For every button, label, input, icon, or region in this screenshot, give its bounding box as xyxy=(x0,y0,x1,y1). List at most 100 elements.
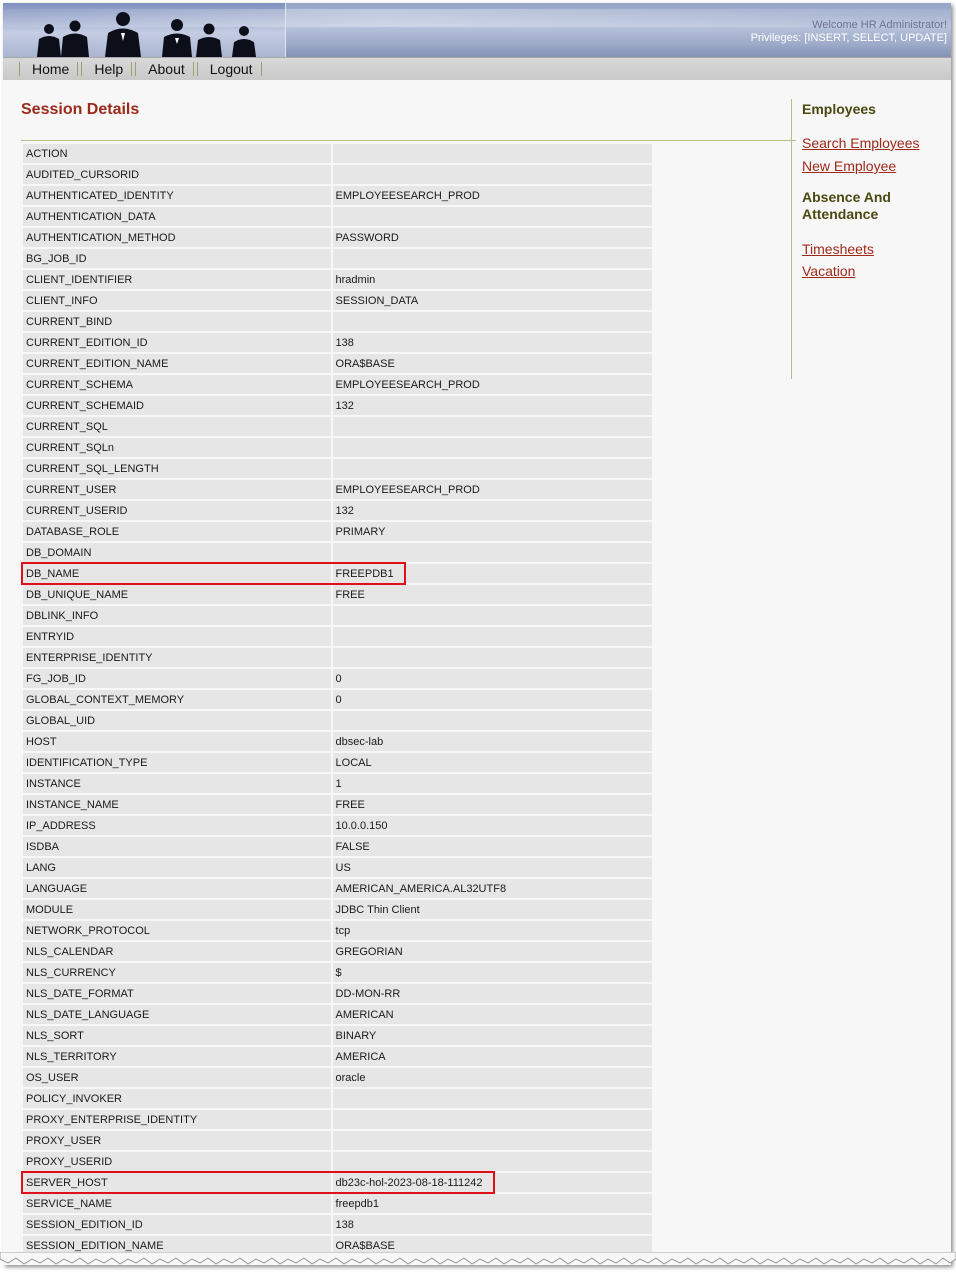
attribute-name-cell: CLIENT_INFO xyxy=(23,291,331,312)
search-employees-link[interactable]: Search Employees xyxy=(802,134,951,152)
attribute-value-cell: DD-MON-RR xyxy=(332,984,652,1005)
attribute-name-cell: SESSION_EDITION_ID xyxy=(23,1215,331,1236)
attribute-name-cell: CURRENT_SCHEMA xyxy=(23,375,331,396)
table-row: INSTANCE_NAME FREE xyxy=(23,795,652,816)
attribute-name-cell: SERVER_HOST xyxy=(23,1173,331,1194)
table-row: ISDBA FALSE xyxy=(23,837,652,858)
main-nav: Home Help About Logout xyxy=(19,58,265,80)
table-row: POLICY_INVOKER xyxy=(23,1089,652,1110)
attribute-value-cell: AMERICAN xyxy=(332,1005,652,1026)
attribute-name-cell: CURRENT_EDITION_NAME xyxy=(23,354,331,375)
table-row: CURRENT_EDITION_ID 138 xyxy=(23,333,652,354)
attribute-value-cell: PASSWORD xyxy=(332,228,652,249)
table-row: CURRENT_USER EMPLOYEESEARCH_PROD xyxy=(23,480,652,501)
table-row: ACTION xyxy=(23,144,652,165)
attribute-value-cell: 10.0.0.150 xyxy=(332,816,652,837)
table-row: AUDITED_CURSORID xyxy=(23,165,652,186)
nav-help-link[interactable]: Help xyxy=(89,61,123,77)
table-row: DB_DOMAIN xyxy=(23,543,652,564)
attribute-name-cell: ACTION xyxy=(23,144,331,165)
table-row: FG_JOB_ID 0 xyxy=(23,669,652,690)
attribute-value-cell: ORA$BASE xyxy=(332,354,652,375)
attribute-name-cell: AUDITED_CURSORID xyxy=(23,165,331,186)
new-employee-link[interactable]: New Employee xyxy=(802,157,951,175)
attribute-value-cell xyxy=(332,144,652,165)
attribute-name-cell: CURRENT_EDITION_ID xyxy=(23,333,331,354)
table-row: CURRENT_EDITION_NAME ORA$BASE xyxy=(23,354,652,375)
attribute-value-cell: 1 xyxy=(332,774,652,795)
attribute-name-cell: CURRENT_SQL_LENGTH xyxy=(23,459,331,480)
attribute-name-cell: GLOBAL_UID xyxy=(23,711,331,732)
table-row: CURRENT_SCHEMA EMPLOYEESEARCH_PROD xyxy=(23,375,652,396)
attribute-value-cell: hradmin xyxy=(332,270,652,291)
attribute-value-cell xyxy=(332,1152,652,1173)
attribute-name-cell: AUTHENTICATED_IDENTITY xyxy=(23,186,331,207)
table-row: AUTHENTICATION_METHOD PASSWORD xyxy=(23,228,652,249)
attribute-name-cell: ENTRYID xyxy=(23,627,331,648)
people-silhouette-icon xyxy=(37,12,256,57)
sidebar-divider xyxy=(791,99,792,379)
nav-about-link[interactable]: About xyxy=(143,61,185,77)
attribute-value-cell: EMPLOYEESEARCH_PROD xyxy=(332,186,652,207)
attribute-name-cell: CURRENT_BIND xyxy=(23,312,331,333)
table-row: NLS_CURRENCY $ xyxy=(23,963,652,984)
attribute-value-cell: FREEPDB1 xyxy=(332,564,652,585)
attribute-value-cell: 132 xyxy=(332,501,652,522)
attribute-value-cell: EMPLOYEESEARCH_PROD xyxy=(332,375,652,396)
table-row: DB_UNIQUE_NAME FREE xyxy=(23,585,652,606)
attribute-name-cell: FG_JOB_ID xyxy=(23,669,331,690)
attribute-name-cell: SERVICE_NAME xyxy=(23,1194,331,1215)
attribute-value-cell xyxy=(332,438,652,459)
attribute-value-cell: LOCAL xyxy=(332,753,652,774)
welcome-text: Welcome HR Administrator! xyxy=(812,19,947,31)
table-row: NLS_DATE_LANGUAGE AMERICAN xyxy=(23,1005,652,1026)
table-row: CURRENT_SQL xyxy=(23,417,652,438)
table-row: PROXY_USER xyxy=(23,1131,652,1152)
attribute-value-cell: FREE xyxy=(332,795,652,816)
attribute-value-cell: 0 xyxy=(332,690,652,711)
attribute-value-cell: EMPLOYEESEARCH_PROD xyxy=(332,480,652,501)
attribute-value-cell: US xyxy=(332,858,652,879)
attribute-name-cell: OS_USER xyxy=(23,1068,331,1089)
attribute-value-cell: SESSION_DATA xyxy=(332,291,652,312)
table-row: DB_NAME FREEPDB1 xyxy=(23,564,652,585)
attribute-value-cell xyxy=(332,165,652,186)
attribute-name-cell: INSTANCE_NAME xyxy=(23,795,331,816)
attribute-name-cell: NLS_DATE_FORMAT xyxy=(23,984,331,1005)
attribute-value-cell: 132 xyxy=(332,396,652,417)
attribute-value-cell: 138 xyxy=(332,333,652,354)
attribute-name-cell: IP_ADDRESS xyxy=(23,816,331,837)
table-row: CURRENT_BIND xyxy=(23,312,652,333)
welcome-block: Welcome HR Administrator! Privileges: [I… xyxy=(751,19,947,45)
table-row: NETWORK_PROTOCOL tcp xyxy=(23,921,652,942)
attribute-value-cell xyxy=(332,417,652,438)
table-row: IP_ADDRESS 10.0.0.150 xyxy=(23,816,652,837)
attribute-value-cell: JDBC Thin Client xyxy=(332,900,652,921)
attribute-value-cell: AMERICAN_AMERICA.AL32UTF8 xyxy=(332,879,652,900)
attribute-value-cell: BINARY xyxy=(332,1026,652,1047)
nav-logout-link[interactable]: Logout xyxy=(205,61,253,77)
attribute-value-cell xyxy=(332,249,652,270)
header-banner: Welcome HR Administrator! Privileges: [I… xyxy=(3,3,951,57)
table-row: INSTANCE 1 xyxy=(23,774,652,795)
attribute-name-cell: LANGUAGE xyxy=(23,879,331,900)
nav-home-link[interactable]: Home xyxy=(27,61,69,77)
attribute-name-cell: POLICY_INVOKER xyxy=(23,1089,331,1110)
attribute-value-cell: tcp xyxy=(332,921,652,942)
attribute-value-cell: AMERICA xyxy=(332,1047,652,1068)
vacation-link[interactable]: Vacation xyxy=(802,262,951,280)
sidebar-heading-employees: Employees xyxy=(802,101,876,117)
attribute-name-cell: PROXY_USER xyxy=(23,1131,331,1152)
table-row: SERVER_HOST db23c-hol-2023-08-18-111242 xyxy=(23,1173,652,1194)
table-row: SESSION_EDITION_ID 138 xyxy=(23,1215,652,1236)
attribute-name-cell: DBLINK_INFO xyxy=(23,606,331,627)
table-row: CURRENT_SCHEMAID 132 xyxy=(23,396,652,417)
attribute-name-cell: IDENTIFICATION_TYPE xyxy=(23,753,331,774)
attribute-value-cell: $ xyxy=(332,963,652,984)
table-row: PROXY_ENTERPRISE_IDENTITY xyxy=(23,1110,652,1131)
table-row: MODULE JDBC Thin Client xyxy=(23,900,652,921)
attribute-name-cell: DATABASE_ROLE xyxy=(23,522,331,543)
attribute-name-cell: CURRENT_SCHEMAID xyxy=(23,396,331,417)
table-row: CURRENT_USERID 132 xyxy=(23,501,652,522)
timesheets-link[interactable]: Timesheets xyxy=(802,240,951,258)
